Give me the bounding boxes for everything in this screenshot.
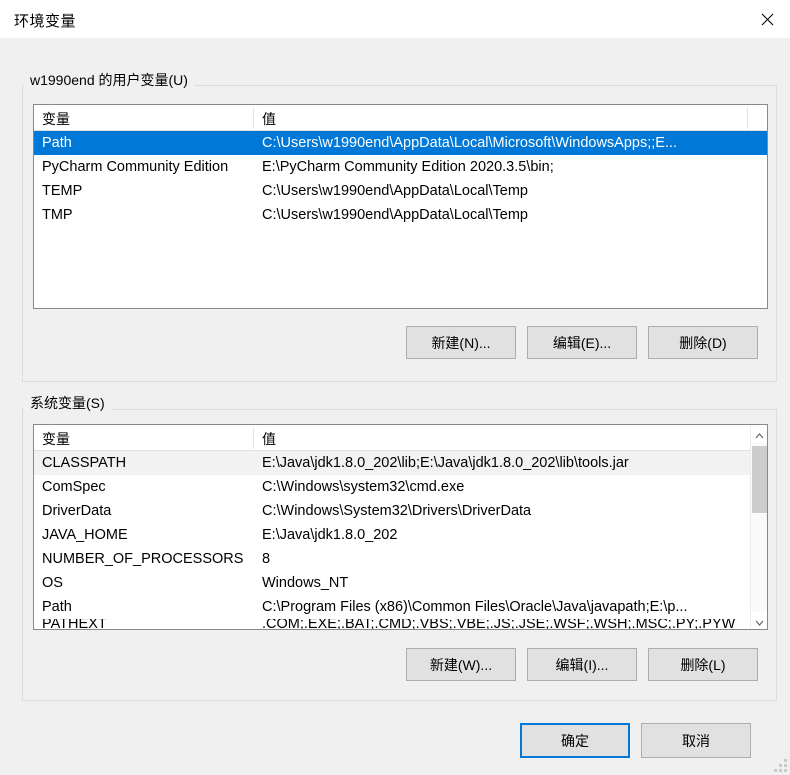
system-variables-list[interactable]: 变量 值 CLASSPATH E:\Java\jdk1.8.0_202\lib;…: [33, 424, 768, 630]
table-row[interactable]: Path C:\Program Files (x86)\Common Files…: [34, 595, 767, 619]
system-edit-button[interactable]: 编辑(I)...: [527, 648, 637, 681]
system-column-name[interactable]: 变量: [42, 429, 70, 449]
variable-name: OS: [42, 575, 63, 591]
table-row[interactable]: CLASSPATH E:\Java\jdk1.8.0_202\lib;E:\Ja…: [34, 451, 767, 475]
variable-name: PyCharm Community Edition: [42, 159, 229, 175]
window-title: 环境变量: [14, 13, 77, 30]
ok-button[interactable]: 确定: [520, 723, 630, 758]
variable-value: E:\Java\jdk1.8.0_202\lib;E:\Java\jdk1.8.…: [262, 455, 629, 471]
variable-value: C:\Windows\System32\Drivers\DriverData: [262, 503, 532, 519]
scrollbar-thumb[interactable]: [752, 446, 767, 513]
variable-value: .COM;.EXE;.BAT;.CMD;.VBS;.VBE;.JS;.JSE;.…: [262, 619, 736, 630]
user-header-divider: [253, 107, 254, 129]
user-header-divider-end: [747, 107, 748, 129]
system-list-header: 变量 值: [34, 425, 767, 451]
variable-value: C:\Program Files (x86)\Common Files\Orac…: [262, 599, 688, 615]
user-variables-legend: w1990end 的用户变量(U): [24, 70, 194, 90]
system-column-value[interactable]: 值: [262, 429, 276, 449]
user-new-button[interactable]: 新建(N)...: [406, 326, 516, 359]
user-column-value[interactable]: 值: [262, 109, 276, 129]
variable-value: E:\Java\jdk1.8.0_202: [262, 527, 398, 543]
scrollbar-track[interactable]: [751, 442, 767, 612]
variable-name: ComSpec: [42, 479, 106, 495]
user-delete-button[interactable]: 删除(D): [648, 326, 758, 359]
table-row[interactable]: TEMP C:\Users\w1990end\AppData\Local\Tem…: [34, 179, 767, 203]
scroll-down-button[interactable]: [751, 612, 767, 629]
system-header-divider: [253, 427, 254, 449]
user-column-name[interactable]: 变量: [42, 109, 70, 129]
cancel-button[interactable]: 取消: [641, 723, 751, 758]
table-row[interactable]: OS Windows_NT: [34, 571, 767, 595]
user-variables-list[interactable]: 变量 值 Path C:\Users\w1990end\AppData\Loca…: [33, 104, 768, 309]
user-edit-button[interactable]: 编辑(E)...: [527, 326, 637, 359]
scroll-up-button[interactable]: [751, 425, 767, 442]
chevron-up-icon: [755, 426, 764, 442]
variable-value: Windows_NT: [262, 575, 349, 591]
table-row[interactable]: ComSpec C:\Windows\system32\cmd.exe: [34, 475, 767, 499]
variable-value: C:\Users\w1990end\AppData\Local\Microsof…: [262, 135, 678, 151]
variable-value: C:\Users\w1990end\AppData\Local\Temp: [262, 207, 528, 223]
user-list-header: 变量 值: [34, 105, 767, 131]
variable-name: NUMBER_OF_PROCESSORS: [42, 551, 244, 567]
system-list-scrollbar[interactable]: [750, 425, 767, 629]
variable-name: PATHEXT: [42, 619, 107, 630]
variable-name: JAVA_HOME: [42, 527, 128, 543]
system-new-button[interactable]: 新建(W)...: [406, 648, 516, 681]
table-row[interactable]: NUMBER_OF_PROCESSORS 8: [34, 547, 767, 571]
variable-name: Path: [42, 599, 72, 615]
variable-name: CLASSPATH: [42, 455, 127, 471]
resize-grip[interactable]: [774, 759, 787, 772]
variable-value: C:\Windows\system32\cmd.exe: [262, 479, 465, 495]
variable-value: C:\Users\w1990end\AppData\Local\Temp: [262, 183, 528, 199]
table-row[interactable]: Path C:\Users\w1990end\AppData\Local\Mic…: [34, 131, 767, 155]
variable-value: E:\PyCharm Community Edition 2020.3.5\bi…: [262, 159, 554, 175]
variable-name: TMP: [42, 207, 73, 223]
system-list-body: CLASSPATH E:\Java\jdk1.8.0_202\lib;E:\Ja…: [34, 451, 767, 630]
system-variables-legend: 系统变量(S): [24, 393, 111, 413]
variable-value: 8: [262, 551, 271, 567]
close-button[interactable]: [744, 0, 790, 38]
variable-name: TEMP: [42, 183, 83, 199]
variable-name: DriverData: [42, 503, 112, 519]
table-row[interactable]: TMP C:\Users\w1990end\AppData\Local\Temp: [34, 203, 767, 227]
chevron-down-icon: [755, 613, 764, 629]
close-icon: [761, 13, 774, 26]
system-delete-button[interactable]: 删除(L): [648, 648, 758, 681]
table-row[interactable]: PATHEXT .COM;.EXE;.BAT;.CMD;.VBS;.VBE;.J…: [34, 619, 767, 630]
table-row[interactable]: JAVA_HOME E:\Java\jdk1.8.0_202: [34, 523, 767, 547]
title-bar: 环境变量: [0, 0, 790, 39]
table-row[interactable]: DriverData C:\Windows\System32\Drivers\D…: [34, 499, 767, 523]
variable-name: Path: [42, 135, 72, 151]
table-row[interactable]: PyCharm Community Edition E:\PyCharm Com…: [34, 155, 767, 179]
user-list-body: Path C:\Users\w1990end\AppData\Local\Mic…: [34, 131, 767, 227]
